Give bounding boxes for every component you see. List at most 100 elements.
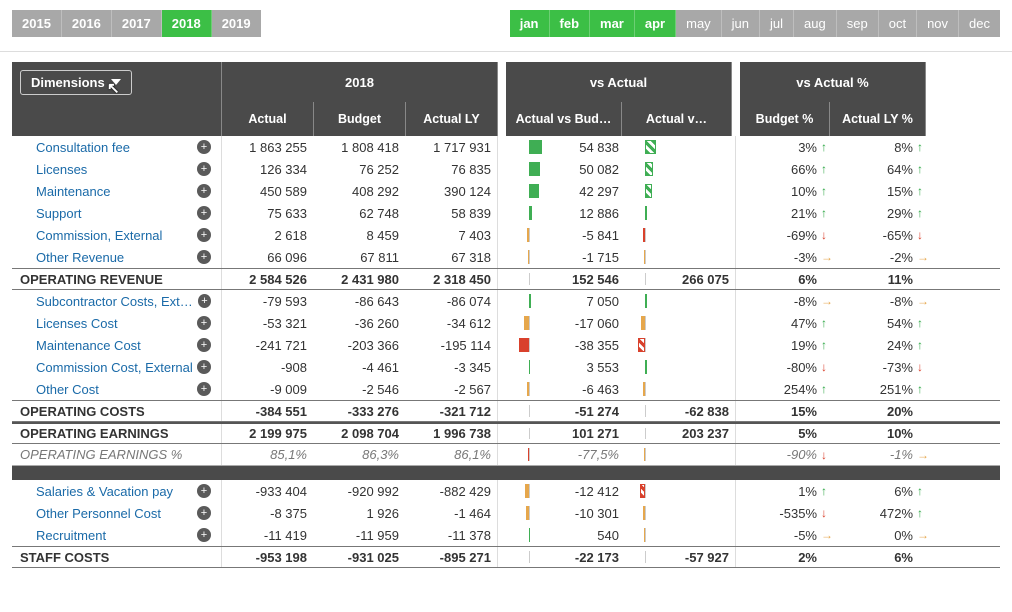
pct-value: 20% xyxy=(838,401,934,421)
pct-value: 1% xyxy=(748,480,838,502)
budget-value: 2 098 704 xyxy=(314,424,406,443)
actual-ly-value: -86 074 xyxy=(406,290,498,312)
actual-value: 66 096 xyxy=(222,246,314,268)
dimensions-button[interactable]: Dimensions ↖ xyxy=(20,70,132,95)
section-divider xyxy=(12,466,1000,480)
row-label[interactable]: Recruitment xyxy=(36,528,106,543)
pct-value: 6% xyxy=(838,480,934,502)
header-col-avb[interactable]: Actual vs Bud… xyxy=(506,102,622,136)
pct-value: 251% xyxy=(838,378,934,400)
variance-bar xyxy=(510,480,548,502)
year-pill-2016[interactable]: 2016 xyxy=(62,10,112,37)
row-label-cell: Commission Cost, External + xyxy=(12,356,222,378)
trend-flat-icon xyxy=(917,528,927,542)
actual-value: -953 198 xyxy=(222,547,314,567)
row-label[interactable]: Other Personnel Cost xyxy=(36,506,161,521)
pct-value: 47% xyxy=(748,312,838,334)
expand-icon[interactable]: + xyxy=(197,140,211,154)
row-label[interactable]: Salaries & Vacation pay xyxy=(36,484,173,499)
month-pill-jul[interactable]: jul xyxy=(760,10,794,37)
expand-icon[interactable]: + xyxy=(197,228,211,242)
header-col-avl[interactable]: Actual v… xyxy=(622,102,732,136)
row-label[interactable]: Maintenance Cost xyxy=(36,338,141,353)
vs-ly-value: 203 237 xyxy=(664,424,736,443)
year-pill-2018[interactable]: 2018 xyxy=(162,10,212,37)
actual-ly-value: -11 378 xyxy=(406,524,498,546)
vs-budget-value: -17 060 xyxy=(548,312,626,334)
row-label[interactable]: Other Revenue xyxy=(36,250,124,265)
month-pill-sep[interactable]: sep xyxy=(837,10,879,37)
variance-bar xyxy=(626,246,664,268)
header-col-actual-ly-pct[interactable]: Actual LY % xyxy=(830,102,926,136)
row-label-cell: Maintenance + xyxy=(12,180,222,202)
row-label-cell: Recruitment + xyxy=(12,524,222,546)
month-pill-nov[interactable]: nov xyxy=(917,10,959,37)
actual-ly-value: -3 345 xyxy=(406,356,498,378)
expand-icon[interactable]: + xyxy=(197,360,211,374)
pct-value: -5% xyxy=(748,524,838,546)
vs-ly-value: -57 927 xyxy=(664,547,736,567)
year-pill-2017[interactable]: 2017 xyxy=(112,10,162,37)
month-pill-mar[interactable]: mar xyxy=(590,10,635,37)
row-label[interactable]: Licenses xyxy=(36,162,87,177)
expand-icon[interactable]: + xyxy=(197,162,211,176)
expand-icon[interactable]: + xyxy=(197,250,211,264)
month-pill-apr[interactable]: apr xyxy=(635,10,676,37)
expand-icon[interactable]: + xyxy=(197,528,211,542)
variance-bar xyxy=(510,424,548,443)
vs-budget-value: 42 297 xyxy=(548,180,626,202)
expand-icon[interactable]: + xyxy=(197,484,211,498)
year-pill-2015[interactable]: 2015 xyxy=(12,10,62,37)
variance-bar xyxy=(626,334,664,356)
month-pill-aug[interactable]: aug xyxy=(794,10,837,37)
actual-value: 126 334 xyxy=(222,158,314,180)
header-col-budget-pct[interactable]: Budget % xyxy=(740,102,830,136)
variance-bar xyxy=(510,290,548,312)
month-pill-oct[interactable]: oct xyxy=(879,10,917,37)
budget-value: -2 546 xyxy=(314,378,406,400)
budget-value: 1 926 xyxy=(314,502,406,524)
expand-icon[interactable]: + xyxy=(198,294,211,308)
row-label[interactable]: Consultation fee xyxy=(36,140,130,155)
row-label[interactable]: Subcontractor Costs, External xyxy=(36,294,198,309)
table-row: Commission, External+2 6188 4597 403-5 8… xyxy=(12,224,1000,246)
variance-bar xyxy=(626,547,664,567)
pct-value: 6% xyxy=(748,269,838,289)
trend-flat-icon xyxy=(917,448,927,462)
header-col-actual[interactable]: Actual xyxy=(222,102,314,136)
expand-icon[interactable]: + xyxy=(197,184,211,198)
actual-ly-value: -895 271 xyxy=(406,547,498,567)
expand-icon[interactable]: + xyxy=(197,338,211,352)
month-pill-jan[interactable]: jan xyxy=(510,10,550,37)
variance-bar xyxy=(626,269,664,289)
actual-ly-value: 7 403 xyxy=(406,224,498,246)
trend-down-icon xyxy=(917,228,927,242)
vs-ly-value: 266 075 xyxy=(664,269,736,289)
month-pill-dec[interactable]: dec xyxy=(959,10,1000,37)
trend-down-icon xyxy=(821,448,831,462)
month-pill-may[interactable]: may xyxy=(676,10,722,37)
month-pill-feb[interactable]: feb xyxy=(550,10,591,37)
expand-icon[interactable]: + xyxy=(197,206,211,220)
row-label[interactable]: Other Cost xyxy=(36,382,99,397)
expand-icon[interactable]: + xyxy=(197,382,211,396)
row-label[interactable]: Licenses Cost xyxy=(36,316,118,331)
expand-icon[interactable]: + xyxy=(197,506,211,520)
row-label[interactable]: Maintenance xyxy=(36,184,110,199)
budget-value: -920 992 xyxy=(314,480,406,502)
year-pill-2019[interactable]: 2019 xyxy=(212,10,261,37)
vs-ly-value xyxy=(664,524,736,546)
vs-ly-value xyxy=(664,290,736,312)
actual-ly-value: 2 318 450 xyxy=(406,269,498,289)
actual-ly-value: -34 612 xyxy=(406,312,498,334)
row-label[interactable]: Support xyxy=(36,206,82,221)
variance-bar xyxy=(510,378,548,400)
expand-icon[interactable]: + xyxy=(197,316,211,330)
header-col-budget[interactable]: Budget xyxy=(314,102,406,136)
month-pill-jun[interactable]: jun xyxy=(722,10,760,37)
header-col-actual-ly[interactable]: Actual LY xyxy=(406,102,498,136)
row-label[interactable]: Commission, External xyxy=(36,228,162,243)
pct-value: -8% xyxy=(838,290,934,312)
row-label: OPERATING COSTS xyxy=(20,404,145,419)
row-label[interactable]: Commission Cost, External xyxy=(36,360,193,375)
